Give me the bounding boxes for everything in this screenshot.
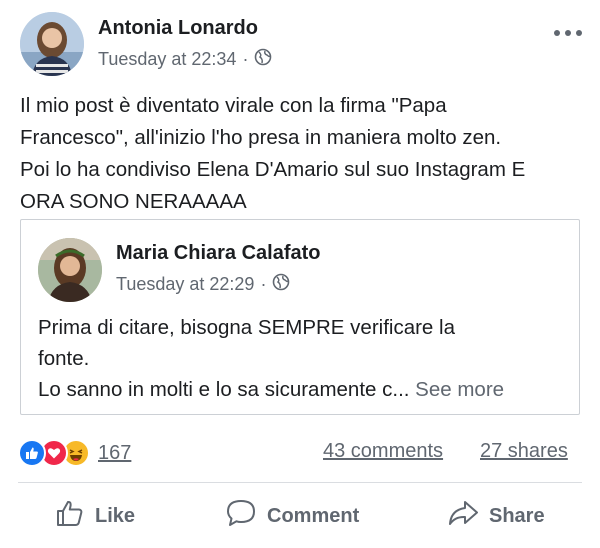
meta-separator: · bbox=[242, 49, 249, 69]
comment-button[interactable]: Comment bbox=[225, 496, 359, 536]
globe-icon bbox=[254, 48, 272, 71]
divider bbox=[18, 482, 582, 483]
meta-separator: · bbox=[260, 274, 267, 294]
like-label: Like bbox=[95, 504, 136, 527]
shared-text-line: Prima di citare, bisogna SEMPRE verifica… bbox=[38, 316, 455, 339]
shared-text-truncated: Lo sanno in molti e lo sa sicuramente c.… bbox=[38, 378, 410, 401]
share-arrow-icon bbox=[447, 498, 479, 534]
comments-count-link[interactable]: 43 comments bbox=[323, 440, 443, 463]
shared-text-line: fonte. bbox=[38, 347, 90, 370]
shared-post-text: Prima di citare, bisogna SEMPRE verifica… bbox=[38, 312, 568, 405]
more-options-icon[interactable] bbox=[554, 28, 584, 38]
comment-icon bbox=[225, 498, 257, 534]
shared-author-avatar[interactable] bbox=[38, 238, 102, 302]
post-body-text: Il mio post è diventato virale con la fi… bbox=[20, 94, 526, 213]
see-more-link[interactable]: See more bbox=[415, 378, 504, 401]
like-button[interactable]: Like bbox=[55, 496, 135, 536]
post-author-name[interactable]: Antonia Lonardo bbox=[98, 17, 258, 40]
shares-count-link[interactable]: 27 shares bbox=[480, 440, 568, 463]
share-label: Share bbox=[489, 504, 545, 527]
thumbs-up-icon bbox=[55, 498, 85, 534]
reactions-summary[interactable]: 167 bbox=[18, 439, 131, 467]
shared-author-name[interactable]: Maria Chiara Calafato bbox=[116, 242, 321, 265]
comment-label: Comment bbox=[267, 504, 360, 527]
post-timestamp[interactable]: Tuesday at 22:34 bbox=[98, 49, 236, 70]
post-meta: Tuesday at 22:34 · bbox=[98, 48, 272, 71]
shared-post-timestamp[interactable]: Tuesday at 22:29 bbox=[116, 274, 254, 295]
reaction-count[interactable]: 167 bbox=[98, 442, 131, 465]
author-avatar[interactable] bbox=[20, 12, 84, 76]
globe-icon bbox=[272, 273, 290, 296]
share-button[interactable]: Share bbox=[447, 496, 545, 536]
like-reaction-icon bbox=[18, 439, 46, 467]
shared-post-meta: Tuesday at 22:29 · bbox=[116, 273, 290, 296]
shared-text-line: Lo sanno in molti e lo sa sicuramente c.… bbox=[38, 374, 568, 405]
